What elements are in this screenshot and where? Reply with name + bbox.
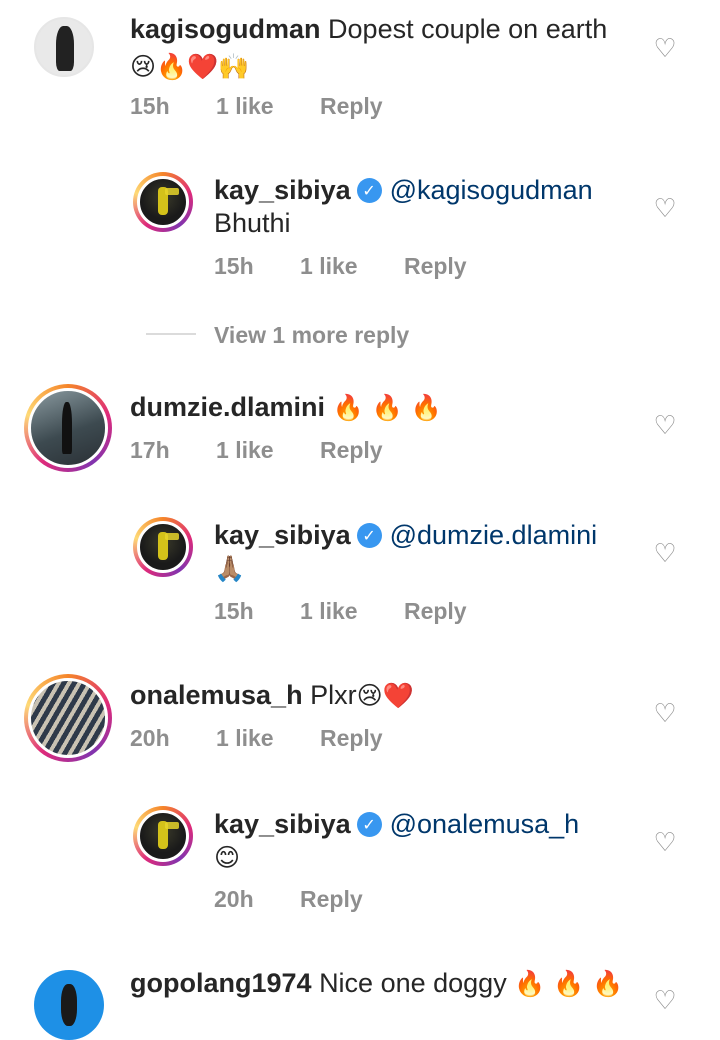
- reply-time: 15h: [214, 253, 254, 279]
- like-count[interactable]: 1 like: [300, 253, 358, 279]
- reply-emojis: 🙏🏽: [214, 554, 246, 583]
- reply-line: kay_sibiya ✓ @dumzie.dlamini: [214, 518, 597, 552]
- username[interactable]: kay_sibiya: [214, 809, 351, 839]
- comment-text: Dopest couple on earth: [328, 14, 608, 44]
- avatar-onalemusa-h[interactable]: [24, 674, 112, 762]
- username[interactable]: kagisogudman: [130, 14, 321, 44]
- reply-text: Bhuthi: [214, 208, 291, 238]
- comment-meta: 17h 1 like Reply: [130, 437, 423, 464]
- reply-button[interactable]: Reply: [404, 598, 467, 624]
- comment-line: onalemusa_h Plxr😢❤️: [130, 678, 414, 713]
- verified-badge-icon: ✓: [356, 523, 382, 548]
- like-count[interactable]: 1 like: [216, 437, 274, 463]
- comment-meta: 20h 1 like Reply: [130, 725, 423, 752]
- comment-meta: 15h 1 like Reply: [130, 93, 423, 120]
- reply-button[interactable]: Reply: [320, 93, 383, 119]
- heart-icon[interactable]: ♡: [652, 196, 678, 222]
- comment-time: 20h: [130, 725, 170, 751]
- reply-time: 15h: [214, 598, 254, 624]
- verified-badge-icon: ✓: [356, 178, 382, 203]
- reply-button[interactable]: Reply: [404, 253, 467, 279]
- verified-badge-icon: ✓: [356, 812, 382, 837]
- comment-emojis: 🔥 🔥 🔥: [514, 969, 624, 998]
- like-count[interactable]: 1 like: [216, 725, 274, 751]
- like-count[interactable]: 1 like: [216, 93, 274, 119]
- comment-line: gopolang1974 Nice one doggy 🔥 🔥 🔥: [130, 966, 624, 1001]
- avatar-kay-sibiya[interactable]: [133, 517, 193, 577]
- mention-link[interactable]: @kagisogudman: [390, 175, 593, 205]
- reply-time: 20h: [214, 886, 254, 912]
- avatar-dumzie-dlamini[interactable]: [24, 384, 112, 472]
- username[interactable]: kay_sibiya: [214, 175, 351, 205]
- heart-icon[interactable]: ♡: [652, 36, 678, 62]
- avatar-kagisogudman[interactable]: [34, 17, 94, 77]
- reply-emojis: 😊: [214, 843, 241, 872]
- reply-meta: 15h 1 like Reply: [214, 253, 507, 280]
- mention-link[interactable]: @dumzie.dlamini: [390, 520, 597, 550]
- reply-button[interactable]: Reply: [320, 725, 383, 751]
- reply-meta: 20h Reply: [214, 886, 403, 913]
- comment-text: Plxr: [310, 680, 357, 710]
- username[interactable]: gopolang1974: [130, 968, 312, 998]
- view-more-replies[interactable]: View 1 more reply: [214, 322, 409, 349]
- comment-line: kagisogudman Dopest couple on earth: [130, 12, 607, 46]
- like-count[interactable]: 1 like: [300, 598, 358, 624]
- username[interactable]: onalemusa_h: [130, 680, 303, 710]
- avatar-kay-sibiya[interactable]: [133, 806, 193, 866]
- reply-line: kay_sibiya ✓ @kagisogudman: [214, 173, 593, 207]
- avatar-gopolang1974[interactable]: [34, 970, 104, 1040]
- reply-line: kay_sibiya ✓ @onalemusa_h: [214, 807, 579, 841]
- comment-line: dumzie.dlamini 🔥 🔥 🔥: [130, 390, 442, 425]
- avatar-kay-sibiya[interactable]: [133, 172, 193, 232]
- comment-emojis: 😢❤️: [356, 681, 414, 710]
- comment-emojis: 🔥 🔥 🔥: [332, 393, 442, 422]
- reply-meta: 15h 1 like Reply: [214, 598, 507, 625]
- comment-text: Nice one doggy: [319, 968, 507, 998]
- username[interactable]: kay_sibiya: [214, 520, 351, 550]
- heart-icon[interactable]: ♡: [652, 541, 678, 567]
- heart-icon[interactable]: ♡: [652, 830, 678, 856]
- heart-icon[interactable]: ♡: [652, 988, 678, 1014]
- comment-time: 17h: [130, 437, 170, 463]
- comment-emojis: 😢🔥❤️🙌: [130, 52, 250, 81]
- view-more-divider: [146, 333, 196, 335]
- heart-icon[interactable]: ♡: [652, 701, 678, 727]
- reply-button[interactable]: Reply: [300, 886, 363, 912]
- comment-time: 15h: [130, 93, 170, 119]
- heart-icon[interactable]: ♡: [652, 413, 678, 439]
- mention-link[interactable]: @onalemusa_h: [390, 809, 580, 839]
- reply-button[interactable]: Reply: [320, 437, 383, 463]
- username[interactable]: dumzie.dlamini: [130, 392, 325, 422]
